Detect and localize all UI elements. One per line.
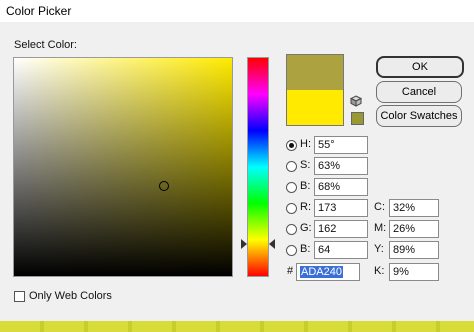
hex-label: # (287, 265, 294, 277)
color-field-marker[interactable] (159, 181, 169, 191)
saturation-radio[interactable] (286, 161, 297, 172)
brightness-label: B: (300, 180, 311, 192)
window-title: Color Picker (6, 4, 72, 18)
hex-input-value: ADA240 (300, 266, 343, 278)
magenta-input[interactable]: 26% (389, 220, 439, 238)
green-radio[interactable] (286, 224, 297, 235)
green-input[interactable]: 162 (314, 220, 368, 238)
hex-input[interactable]: ADA240 (296, 263, 360, 281)
cancel-button[interactable]: Cancel (376, 81, 462, 103)
hue-radio[interactable] (286, 140, 297, 151)
title-bar: Color Picker (0, 0, 474, 22)
hue-label: H: (300, 138, 311, 150)
saturation-input[interactable]: 63% (314, 157, 368, 175)
red-label: R: (300, 201, 311, 213)
magenta-label: M: (374, 222, 387, 234)
blue-label: B: (300, 243, 311, 255)
only-web-colors-checkbox[interactable] (14, 291, 25, 302)
background-strip (0, 321, 474, 332)
hue-slider-left-arrow-icon[interactable] (241, 239, 247, 249)
only-web-colors-label: Only Web Colors (29, 290, 112, 302)
brightness-radio[interactable] (286, 182, 297, 193)
hue-input[interactable]: 55° (314, 136, 368, 154)
current-color-swatch[interactable] (286, 90, 344, 126)
saturation-label: S: (300, 159, 311, 171)
yellow-input[interactable]: 89% (389, 241, 439, 259)
yellow-label: Y: (374, 243, 384, 255)
ok-button[interactable]: OK (376, 56, 464, 78)
hue-slider[interactable] (247, 57, 269, 277)
brightness-input[interactable]: 68% (314, 178, 368, 196)
red-radio[interactable] (286, 203, 297, 214)
green-label: G: (300, 222, 312, 234)
select-color-label: Select Color: (14, 39, 77, 51)
color-swatches-button[interactable]: Color Swatches (376, 105, 462, 127)
out-of-gamut-cube-icon[interactable] (350, 95, 362, 107)
black-label: K: (374, 265, 385, 277)
black-input[interactable]: 9% (389, 263, 439, 281)
blue-input[interactable]: 64 (314, 241, 368, 259)
cyan-label: C: (374, 201, 385, 213)
cyan-input[interactable]: 32% (389, 199, 439, 217)
web-safe-color-swatch[interactable] (351, 112, 364, 125)
red-input[interactable]: 173 (314, 199, 368, 217)
blue-radio[interactable] (286, 245, 297, 256)
hue-slider-right-arrow-icon[interactable] (269, 239, 275, 249)
color-field[interactable] (13, 57, 233, 277)
new-color-swatch (286, 54, 344, 90)
